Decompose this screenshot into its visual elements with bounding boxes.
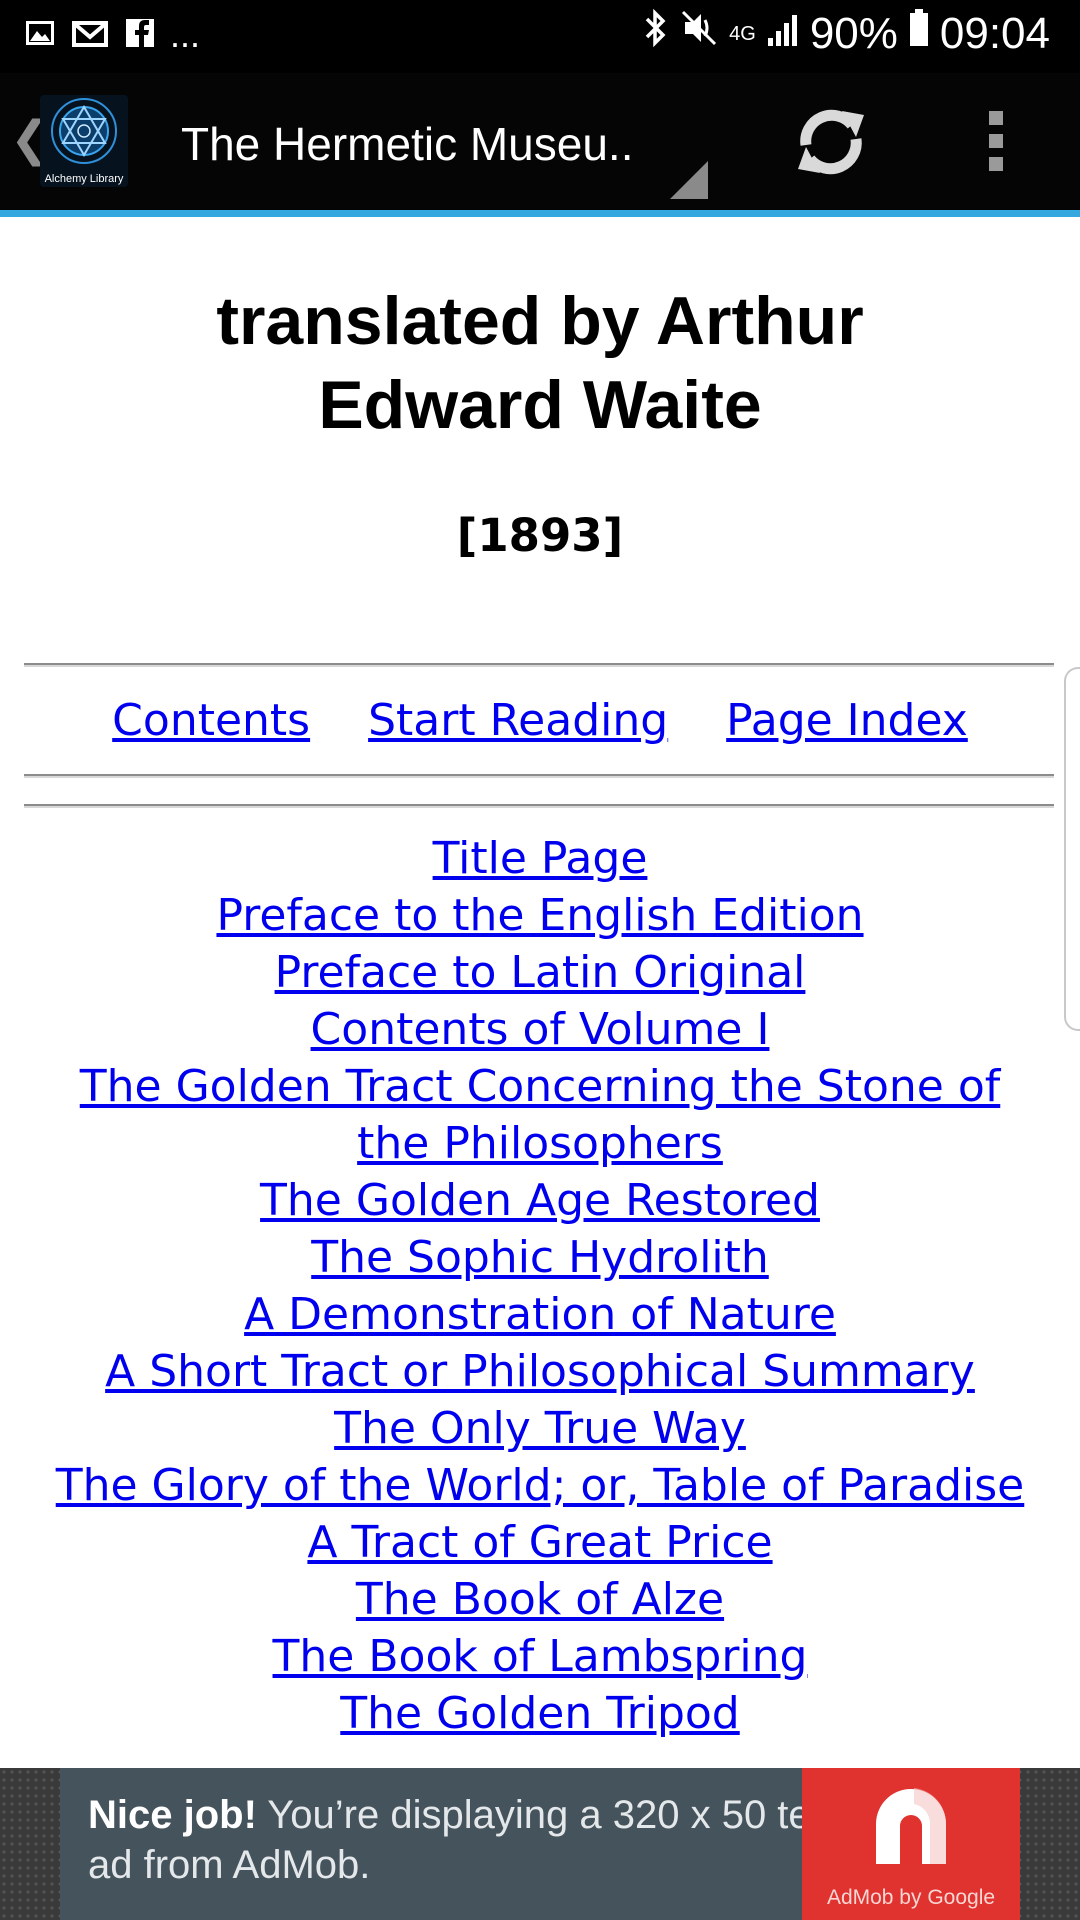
toc-link[interactable]: A Demonstration of Nature [244, 1289, 836, 1340]
image-icon [24, 17, 56, 53]
toc-link[interactable]: The Sophic Hydrolith [311, 1232, 769, 1283]
signal-icon [766, 9, 800, 59]
overflow-menu-icon[interactable] [986, 111, 1006, 175]
more-notifications: ... [170, 14, 201, 55]
list-item: The Only True Way [40, 1400, 1040, 1457]
book-title: translated by Arthur Edward Waite [0, 279, 1080, 447]
list-item: Preface to Latin Original [40, 944, 1040, 1001]
list-item: The Golden Age Restored [40, 1172, 1040, 1229]
logo-label: Alchemy Library [44, 173, 124, 185]
toc-link[interactable]: Preface to Latin Original [275, 947, 806, 998]
page-index-link[interactable]: Page Index [726, 695, 968, 746]
gmail-icon [70, 17, 110, 53]
admob-logo[interactable]: AdMob by Google [802, 1768, 1020, 1920]
ad-banner-area: Nice job! You’re displaying a 320 x 50 t… [0, 1768, 1080, 1920]
ad-brand: AdMob by Google [826, 1886, 996, 1909]
mute-icon [679, 8, 719, 59]
list-item: A Demonstration of Nature [40, 1286, 1040, 1343]
hexagram-icon [51, 98, 117, 164]
toc-link[interactable]: The Only True Way [334, 1403, 746, 1454]
list-item: The Glory of the World; or, Table of Par… [40, 1457, 1040, 1514]
admob-icon [876, 1788, 947, 1864]
network-type: 4G [729, 22, 756, 45]
list-item: The Book of Lambspring [40, 1628, 1040, 1685]
nav-links: Contents Start Reading Page Index [0, 695, 1080, 746]
list-item: Contents of Volume I [40, 1001, 1040, 1058]
app-bar: ❮ Alchemy Library The Hermetic Museu.. [0, 73, 1080, 217]
toc-link[interactable]: The Book of Alze [356, 1574, 724, 1625]
toc-link[interactable]: The Glory of the World; or, Table of Par… [56, 1460, 1025, 1511]
ad-headline: Nice job! [88, 1793, 257, 1837]
toc-link[interactable]: A Short Tract or Philosophical Summary [105, 1346, 975, 1397]
list-item: The Sophic Hydrolith [40, 1229, 1040, 1286]
divider [24, 663, 1054, 667]
ad-text: Nice job! You’re displaying a 320 x 50 t… [88, 1790, 848, 1890]
toc-link[interactable]: Preface to the English Edition [216, 890, 863, 941]
page-title[interactable]: The Hermetic Museu.. [181, 117, 633, 171]
facebook-icon [124, 17, 156, 53]
toc-link[interactable]: Title Page [433, 833, 648, 884]
toc-link[interactable]: Contents of Volume I [311, 1004, 770, 1055]
toc-link[interactable]: The Golden Age Restored [260, 1175, 820, 1226]
app-logo[interactable]: Alchemy Library [40, 95, 128, 187]
list-item: The Book of Alze [40, 1571, 1040, 1628]
scrollbar-handle[interactable] [1064, 667, 1080, 1031]
start-reading-link[interactable]: Start Reading [368, 695, 668, 746]
list-item: A Short Tract or Philosophical Summary [40, 1343, 1040, 1400]
bluetooth-icon [643, 8, 669, 59]
battery-icon [908, 8, 930, 59]
table-of-contents: Title Page Preface to the English Editio… [40, 830, 1040, 1742]
list-item: The Golden Tract Concerning the Stone of… [40, 1058, 1040, 1172]
toc-link[interactable]: A Tract of Great Price [307, 1517, 772, 1568]
list-item: Title Page [40, 830, 1040, 887]
ad-banner[interactable]: Nice job! You’re displaying a 320 x 50 t… [60, 1768, 1020, 1920]
list-item: Preface to the English Edition [40, 887, 1040, 944]
divider [24, 774, 1054, 778]
divider [24, 804, 1054, 808]
book-year: [1893] [456, 509, 624, 562]
toc-link[interactable]: The Book of Lambspring [273, 1631, 808, 1682]
list-item: A Tract of Great Price [40, 1514, 1040, 1571]
battery-percent: 90% [809, 8, 898, 58]
book-title-text: translated by Arthur Edward Waite [216, 283, 864, 443]
status-bar: ... 4G 90% 09:04 [0, 0, 1080, 73]
list-item: The Golden Tripod [40, 1685, 1040, 1742]
dropdown-triangle-icon[interactable] [670, 161, 708, 199]
toc-link[interactable]: The Golden Tract Concerning the Stone of… [80, 1061, 1001, 1169]
clock: 09:04 [939, 8, 1050, 58]
contents-link[interactable]: Contents [112, 695, 310, 746]
toc-link[interactable]: The Golden Tripod [340, 1688, 739, 1739]
refresh-icon[interactable] [790, 101, 872, 183]
